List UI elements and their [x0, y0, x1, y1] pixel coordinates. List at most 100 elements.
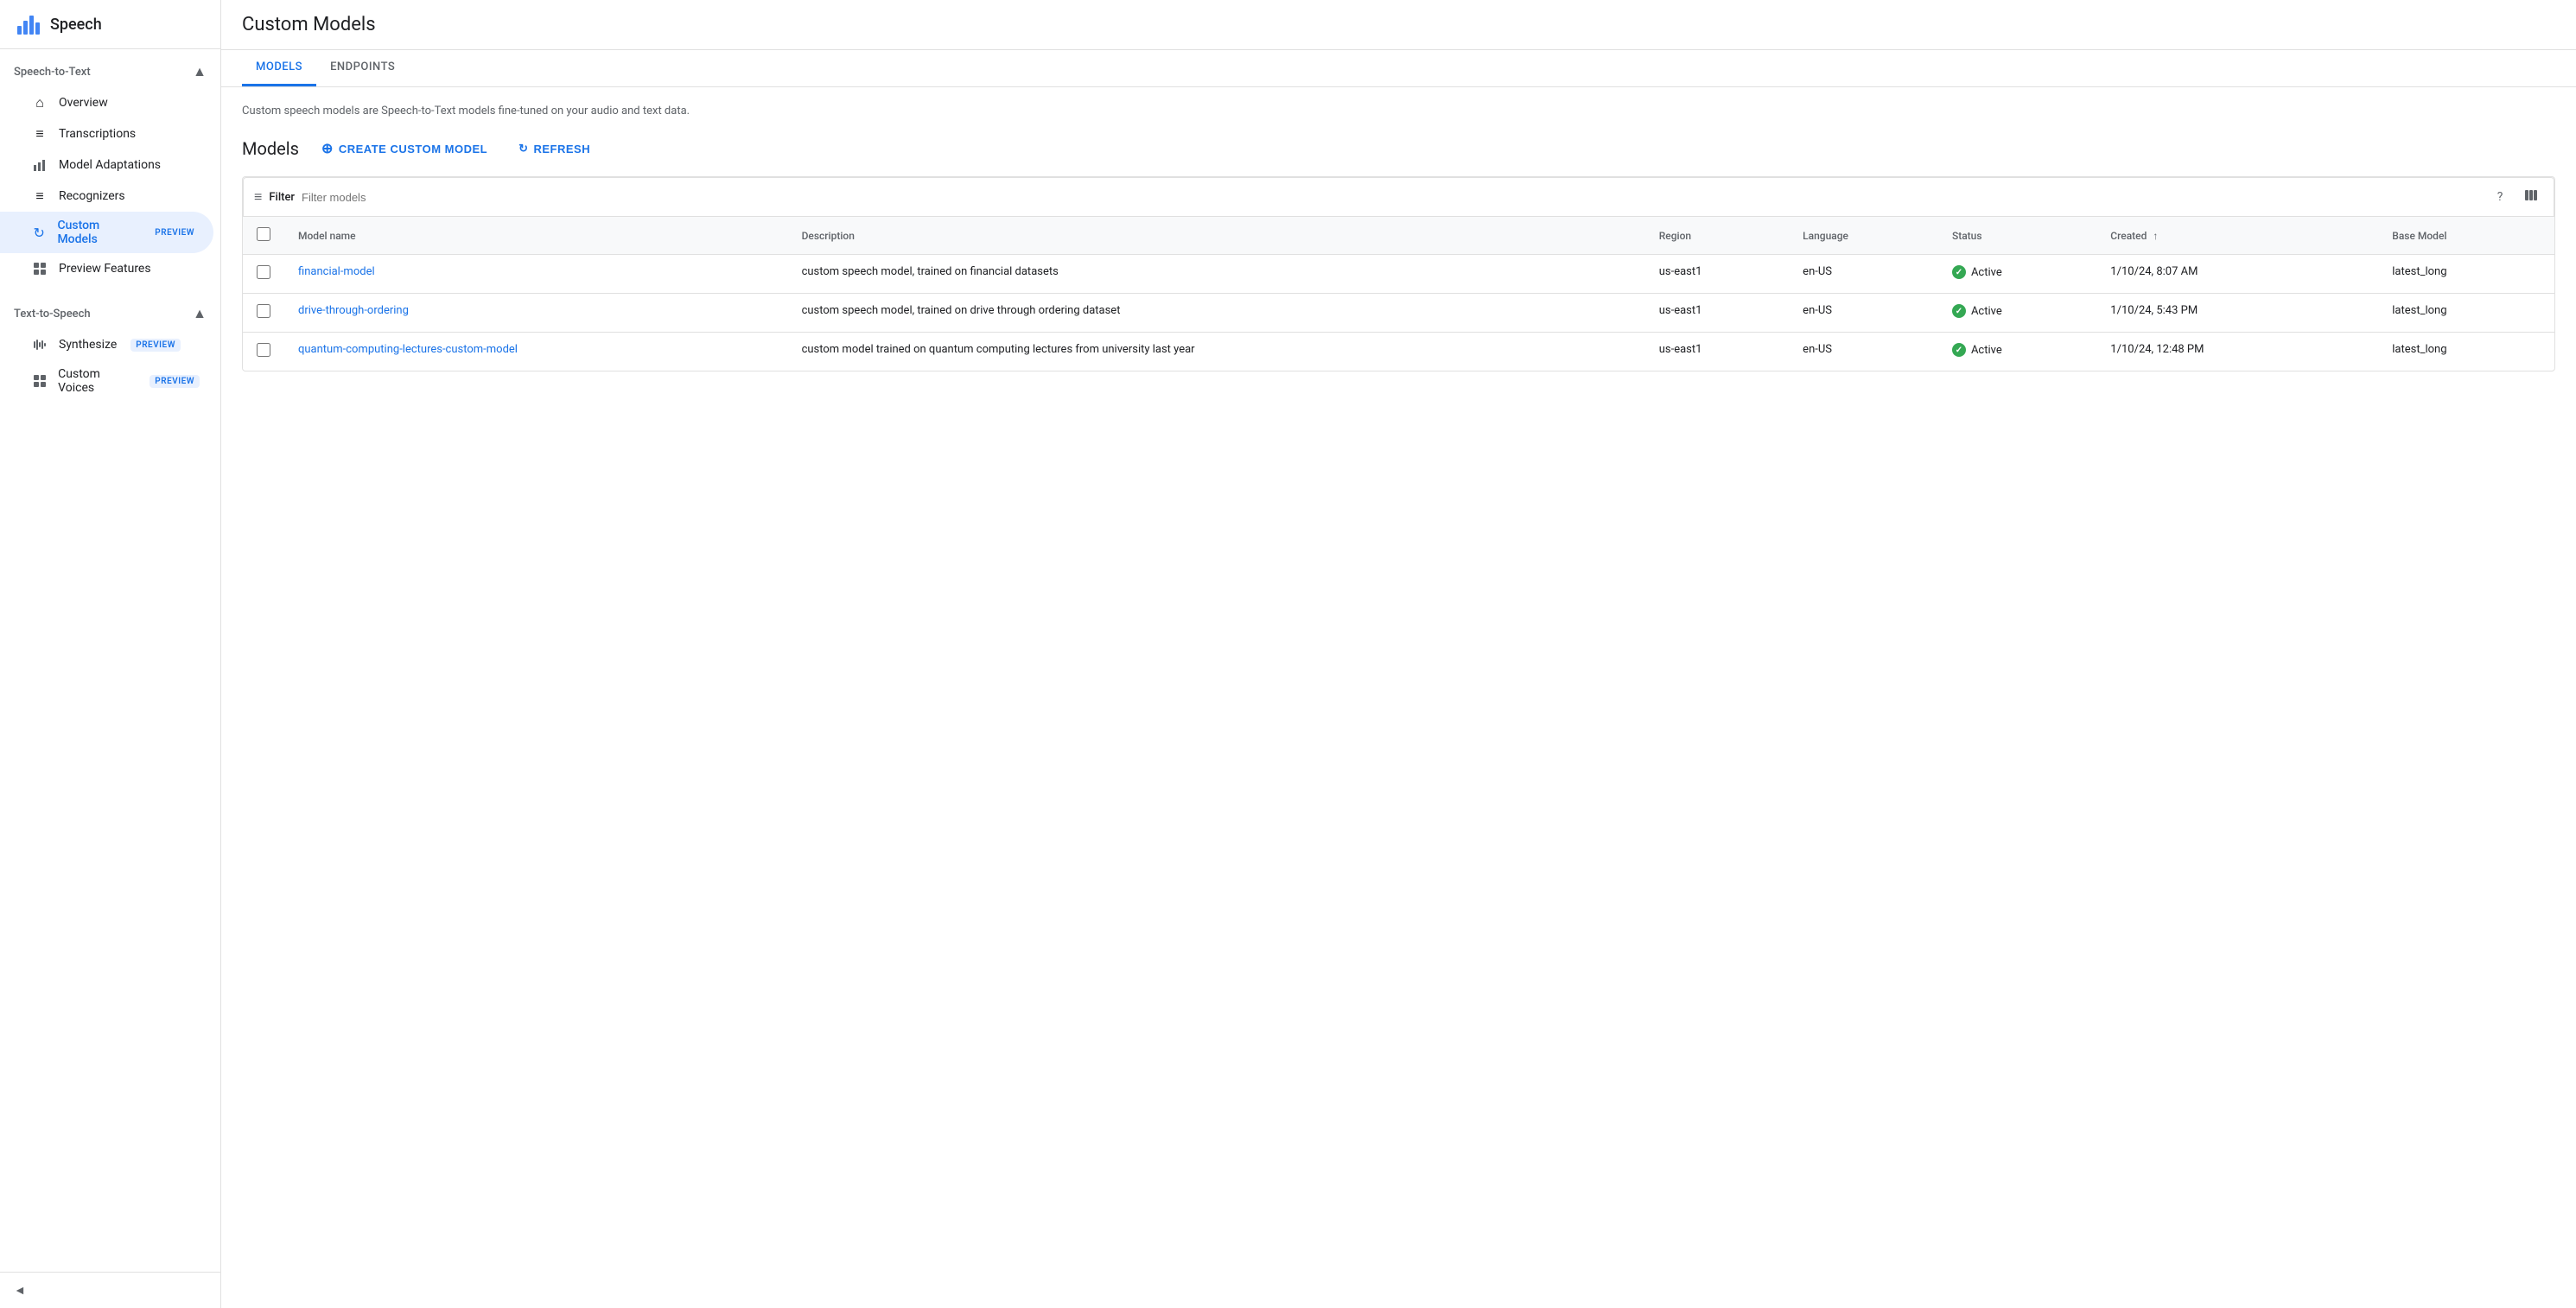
sidebar-item-custom-voices-label: Custom Voices — [58, 367, 136, 395]
sidebar-item-recognizers-label: Recognizers — [59, 189, 125, 203]
sidebar-item-synthesize[interactable]: Synthesize PREVIEW — [0, 329, 213, 360]
row1-language-cell: en-US — [1789, 255, 1938, 294]
table-header-row: Model name Description Region Language S — [243, 217, 2554, 255]
preview-features-icon — [31, 260, 48, 277]
row3-created-cell: 1/10/24, 12:48 PM — [2096, 333, 2378, 371]
row1-status-icon — [1952, 265, 1966, 279]
refresh-button[interactable]: ↻ REFRESH — [510, 137, 599, 161]
row2-model-link[interactable]: drive-through-ordering — [298, 304, 409, 317]
page-description: Custom speech models are Speech-to-Text … — [242, 105, 2555, 117]
sidebar-collapse-button[interactable]: ◄ — [0, 1272, 220, 1308]
filter-actions: ? — [2488, 185, 2543, 209]
synthesize-preview-badge: PREVIEW — [130, 339, 181, 352]
select-all-checkbox[interactable] — [257, 227, 270, 241]
text-to-speech-section: Text-to-Speech ▲ Synthesize PREVIEW — [0, 291, 220, 409]
sidebar-item-overview-label: Overview — [59, 96, 108, 110]
row1-select-cell[interactable] — [243, 255, 284, 294]
row1-status-label: Active — [1971, 266, 2002, 279]
sidebar-item-custom-voices[interactable]: Custom Voices PREVIEW — [0, 360, 213, 402]
speech-to-text-label: Speech-to-Text — [14, 66, 91, 79]
row1-language: en-US — [1803, 265, 1832, 278]
models-table-wrapper: ≡ Filter ? — [242, 176, 2555, 371]
recognizers-icon: ≡ — [31, 187, 48, 205]
tab-models[interactable]: MODELS — [242, 50, 316, 86]
row1-model-name-cell: financial-model — [284, 255, 788, 294]
speech-to-text-header[interactable]: Speech-to-Text ▲ — [0, 56, 220, 87]
row2-checkbox[interactable] — [257, 304, 270, 318]
sidebar: Speech Speech-to-Text ▲ ⌂ Overview ≡ Tra… — [0, 0, 221, 1308]
row1-created-cell: 1/10/24, 8:07 AM — [2096, 255, 2378, 294]
row3-language-cell: en-US — [1789, 333, 1938, 371]
row1-description-cell: custom speech model, trained on financia… — [788, 255, 1645, 294]
row2-description: custom speech model, trained on drive th… — [802, 304, 1121, 317]
text-to-speech-chevron-icon: ▲ — [193, 305, 207, 322]
row1-base-model: latest_long — [2392, 265, 2446, 278]
row3-status: Active — [1952, 343, 2083, 357]
table-row: drive-through-ordering custom speech mod… — [243, 294, 2554, 333]
models-table: Model name Description Region Language S — [243, 217, 2554, 371]
row1-model-link[interactable]: financial-model — [298, 265, 375, 278]
col-header-model-name: Model name — [284, 217, 788, 255]
sidebar-item-custom-models[interactable]: ↻ Custom Models PREVIEW — [0, 212, 213, 253]
help-icon: ? — [2497, 190, 2503, 204]
row1-checkbox[interactable] — [257, 265, 270, 279]
models-heading: Models — [242, 138, 299, 159]
row2-status-cell: Active — [1938, 294, 2096, 333]
create-custom-model-button[interactable]: ⊕ CREATE CUSTOM MODEL — [313, 135, 496, 162]
main-content: Custom Models MODELS ENDPOINTS Custom sp… — [221, 0, 2576, 1308]
row2-select-cell[interactable] — [243, 294, 284, 333]
row3-status-icon — [1952, 343, 1966, 357]
row3-description-cell: custom model trained on quantum computin… — [788, 333, 1645, 371]
tab-endpoints[interactable]: ENDPOINTS — [316, 50, 409, 86]
home-icon: ⌂ — [31, 94, 48, 111]
row3-model-link[interactable]: quantum-computing-lectures-custom-model — [298, 343, 518, 356]
sidebar-item-preview-features[interactable]: Preview Features — [0, 253, 213, 284]
col-header-language: Language — [1789, 217, 1938, 255]
help-button[interactable]: ? — [2488, 185, 2512, 209]
page-title: Custom Models — [242, 14, 2555, 35]
chart-icon — [31, 156, 48, 174]
row3-base-model: latest_long — [2392, 343, 2446, 356]
sort-asc-icon: ↑ — [2153, 230, 2158, 242]
sidebar-item-model-adaptations[interactable]: Model Adaptations — [0, 149, 213, 181]
app-logo-icon — [17, 14, 40, 35]
row2-base-model: latest_long — [2392, 304, 2446, 317]
row1-region: us-east1 — [1659, 265, 1702, 278]
row3-status-cell: Active — [1938, 333, 2096, 371]
row3-created: 1/10/24, 12:48 PM — [2110, 343, 2204, 356]
row2-status-icon — [1952, 304, 1966, 318]
row3-select-cell[interactable] — [243, 333, 284, 371]
add-icon: ⊕ — [321, 140, 334, 157]
row3-region: us-east1 — [1659, 343, 1702, 356]
sidebar-item-model-adaptations-label: Model Adaptations — [59, 158, 161, 172]
sidebar-item-overview[interactable]: ⌂ Overview — [0, 87, 213, 118]
row2-description-cell: custom speech model, trained on drive th… — [788, 294, 1645, 333]
content-area: Custom speech models are Speech-to-Text … — [221, 87, 2576, 1308]
table-body: financial-model custom speech model, tra… — [243, 255, 2554, 371]
row1-base-model-cell: latest_long — [2378, 255, 2554, 294]
col-header-base-model: Base Model — [2378, 217, 2554, 255]
row3-checkbox[interactable] — [257, 343, 270, 357]
custom-models-icon: ↻ — [31, 224, 47, 241]
row2-language: en-US — [1803, 304, 1832, 317]
main-header: Custom Models — [221, 0, 2576, 50]
sidebar-item-recognizers[interactable]: ≡ Recognizers — [0, 181, 213, 212]
row3-status-label: Active — [1971, 344, 2002, 357]
select-all-header[interactable] — [243, 217, 284, 255]
row2-region: us-east1 — [1659, 304, 1702, 317]
col-header-created[interactable]: Created ↑ — [2096, 217, 2378, 255]
filter-bar: ≡ Filter ? — [243, 177, 2554, 217]
collapse-icon: ◄ — [14, 1283, 26, 1298]
speech-to-text-section: Speech-to-Text ▲ ⌂ Overview ≡ Transcript… — [0, 49, 220, 291]
row3-base-model-cell: latest_long — [2378, 333, 2554, 371]
text-to-speech-header[interactable]: Text-to-Speech ▲ — [0, 298, 220, 329]
row2-status: Active — [1952, 304, 2083, 318]
filter-input[interactable] — [302, 191, 2481, 204]
row2-region-cell: us-east1 — [1645, 294, 1789, 333]
row2-base-model-cell: latest_long — [2378, 294, 2554, 333]
row3-region-cell: us-east1 — [1645, 333, 1789, 371]
sidebar-item-transcriptions[interactable]: ≡ Transcriptions — [0, 118, 213, 149]
column-settings-button[interactable] — [2519, 185, 2543, 209]
row3-model-name-cell: quantum-computing-lectures-custom-model — [284, 333, 788, 371]
col-header-status: Status — [1938, 217, 2096, 255]
